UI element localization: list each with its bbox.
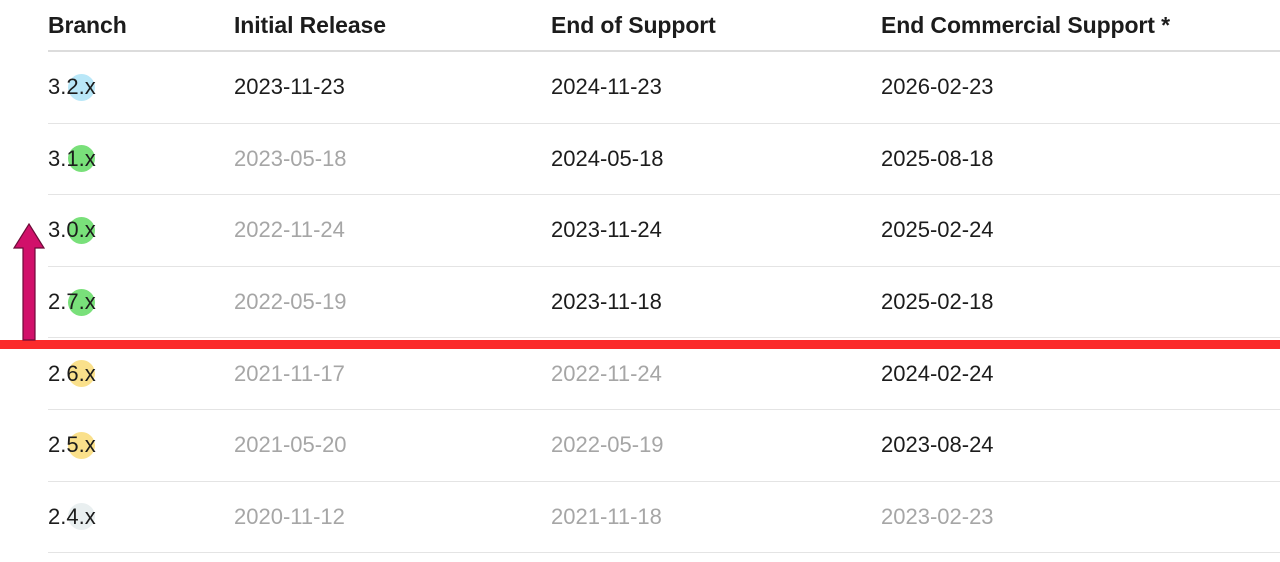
cell-branch: 3.2.x xyxy=(48,51,234,124)
column-header-end-of-support: End of Support xyxy=(551,0,881,52)
cell-initial-release: 2023-05-18 xyxy=(234,123,551,196)
table-header-row: Branch Initial Release End of Support En… xyxy=(0,0,1280,52)
table-row: 3.2.x 2023-11-23 2024-11-23 2026-02-23 xyxy=(0,51,1280,124)
table-row: 3.0.x 2022-11-24 2023-11-24 2025-02-24 xyxy=(0,194,1280,267)
column-header-branch: Branch xyxy=(48,0,234,52)
cell-branch: 3.1.x xyxy=(48,123,234,196)
cell-branch: 2.5.x xyxy=(48,409,234,482)
cell-initial-release: 2023-11-23 xyxy=(234,51,551,124)
cell-branch: 2.4.x xyxy=(48,481,234,554)
column-header-status xyxy=(0,0,48,51)
cell-end-of-support: 2022-05-19 xyxy=(551,409,881,482)
up-arrow-annotation-icon xyxy=(12,222,46,341)
cell-end-of-support: 2023-11-24 xyxy=(551,194,881,267)
table-header: Branch Initial Release End of Support En… xyxy=(0,0,1280,52)
cutoff-red-line xyxy=(0,340,1280,349)
cell-end-commercial-support: 2023-08-24 xyxy=(881,409,1280,482)
cell-end-commercial-support: 2023-02-23 xyxy=(881,481,1280,554)
table-row: 3.1.x 2023-05-18 2024-05-18 2025-08-18 xyxy=(0,123,1280,196)
table-row: 2.7.x 2022-05-19 2023-11-18 2025-02-18 xyxy=(0,266,1280,339)
cell-end-of-support: 2024-11-23 xyxy=(551,51,881,124)
cell-branch: 2.7.x xyxy=(48,266,234,339)
cell-end-commercial-support: 2025-08-18 xyxy=(881,123,1280,196)
cell-end-of-support: 2021-11-18 xyxy=(551,481,881,554)
status-cell xyxy=(0,123,95,195)
cell-end-of-support: 2023-11-18 xyxy=(551,266,881,339)
cell-initial-release: 2020-11-12 xyxy=(234,481,551,554)
status-cell xyxy=(0,409,95,481)
column-header-end-commercial-support: End Commercial Support * xyxy=(881,0,1280,52)
cell-end-commercial-support: 2025-02-24 xyxy=(881,194,1280,267)
cell-end-commercial-support: 2025-02-18 xyxy=(881,266,1280,339)
status-cell xyxy=(0,51,95,123)
table-body: 3.2.x 2023-11-23 2024-11-23 2026-02-23 3.1.x… xyxy=(0,51,1280,554)
branch-lifecycle-table: Branch Initial Release End of Support En… xyxy=(0,0,1280,554)
column-header-initial-release: Initial Release xyxy=(234,0,551,52)
cell-end-of-support: 2024-05-18 xyxy=(551,123,881,196)
table-row: 2.4.x 2020-11-12 2021-11-18 2023-02-23 xyxy=(0,481,1280,554)
cell-initial-release: 2022-05-19 xyxy=(234,266,551,339)
table-row: 2.5.x 2021-05-20 2022-05-19 2023-08-24 xyxy=(0,409,1280,482)
lifecycle-table-page: Branch Initial Release End of Support En… xyxy=(0,0,1280,562)
cell-initial-release: 2022-11-24 xyxy=(234,194,551,267)
cell-branch: 3.0.x xyxy=(48,194,234,267)
status-cell xyxy=(0,481,95,553)
cell-initial-release: 2021-05-20 xyxy=(234,409,551,482)
cell-end-commercial-support: 2026-02-23 xyxy=(881,51,1280,124)
